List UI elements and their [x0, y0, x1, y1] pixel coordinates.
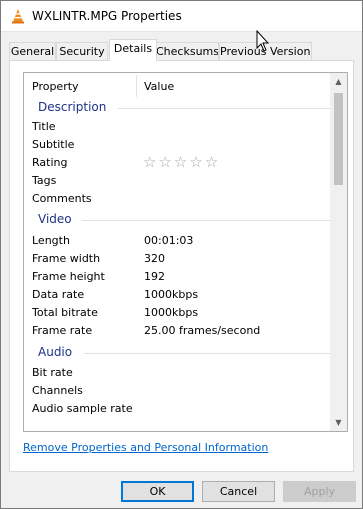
detail-row-frame-width[interactable]: Frame width 320: [24, 250, 332, 268]
group-label: Description: [38, 100, 107, 114]
group-label: Video: [38, 212, 72, 226]
property-name: Data rate: [32, 288, 85, 301]
rating-stars-icon[interactable]: ☆☆☆☆☆: [143, 153, 220, 171]
ok-button[interactable]: OK: [121, 481, 194, 502]
mouse-pointer-icon: [256, 30, 270, 52]
property-name: Frame width: [32, 252, 101, 265]
property-name: Total bitrate: [32, 306, 98, 319]
property-name: Subtitle: [32, 138, 75, 151]
property-name: Bit rate: [32, 366, 73, 379]
group-label: Audio: [38, 345, 73, 359]
vlc-cone-icon: [12, 9, 24, 24]
window-title: WXLINTR.MPG Properties: [32, 9, 182, 23]
vertical-scrollbar[interactable]: ▲ ▼: [330, 73, 347, 431]
column-header: Property Value: [24, 73, 332, 99]
property-name: Audio sample rate: [32, 402, 133, 415]
property-name: Tags: [32, 174, 57, 187]
title-bar[interactable]: WXLINTR.MPG Properties: [1, 1, 362, 32]
group-video: Video: [24, 211, 332, 229]
tab-strip: General Security Details Checksums Previ…: [9, 39, 359, 61]
detail-row-frame-rate[interactable]: Frame rate 25.00 frames/second: [24, 322, 332, 340]
chevron-up-icon[interactable]: ▲: [330, 73, 347, 90]
cancel-button[interactable]: Cancel: [202, 481, 275, 502]
property-name: Length: [32, 234, 70, 247]
scrollbar-thumb[interactable]: [334, 93, 343, 185]
property-value: 320: [144, 252, 165, 265]
details-list[interactable]: Property Value Description Title Subtitl…: [23, 72, 348, 432]
group-divider: [82, 220, 332, 221]
property-value: 1000kbps: [144, 288, 199, 301]
property-name: Title: [32, 120, 56, 133]
tab-security[interactable]: Security: [56, 42, 108, 60]
detail-row-tags[interactable]: Tags: [24, 172, 332, 190]
detail-row-audio-sample-rate[interactable]: Audio sample rate: [24, 400, 332, 418]
properties-dialog: WXLINTR.MPG Properties General Security …: [0, 0, 363, 509]
property-value: 1000kbps: [144, 306, 199, 319]
property-value: 00:01:03: [144, 234, 194, 247]
tab-general[interactable]: General: [9, 42, 56, 60]
detail-row-bit-rate[interactable]: Bit rate: [24, 364, 332, 382]
column-header-property[interactable]: Property: [32, 80, 79, 93]
column-header-value[interactable]: Value: [144, 80, 174, 93]
property-value: 25.00 frames/second: [144, 324, 261, 337]
tab-checksums[interactable]: Checksums: [155, 42, 219, 60]
group-divider: [84, 353, 332, 354]
group-description: Description: [24, 99, 332, 117]
detail-row-frame-height[interactable]: Frame height 192: [24, 268, 332, 286]
detail-row-length[interactable]: Length 00:01:03: [24, 232, 332, 250]
details-panel: Property Value Description Title Subtitl…: [9, 60, 354, 472]
property-name: Rating: [32, 156, 68, 169]
group-audio: Audio: [24, 344, 332, 362]
detail-row-comments[interactable]: Comments: [24, 190, 332, 208]
group-divider: [118, 108, 332, 109]
chevron-down-icon[interactable]: ▼: [330, 414, 347, 431]
property-value: 192: [144, 270, 165, 283]
detail-row-total-bitrate[interactable]: Total bitrate 1000kbps: [24, 304, 332, 322]
detail-row-channels[interactable]: Channels: [24, 382, 332, 400]
property-name: Frame height: [32, 270, 105, 283]
property-name: Comments: [32, 192, 92, 205]
apply-button[interactable]: Apply: [283, 481, 356, 502]
property-name: Channels: [32, 384, 83, 397]
tab-details[interactable]: Details: [109, 39, 157, 61]
property-name: Frame rate: [32, 324, 93, 337]
detail-row-data-rate[interactable]: Data rate 1000kbps: [24, 286, 332, 304]
column-divider[interactable]: [136, 75, 137, 97]
detail-row-rating[interactable]: Rating ☆☆☆☆☆: [24, 153, 332, 172]
detail-row-title[interactable]: Title: [24, 118, 332, 136]
detail-row-subtitle[interactable]: Subtitle: [24, 136, 332, 154]
remove-properties-link[interactable]: Remove Properties and Personal Informati…: [23, 441, 268, 454]
